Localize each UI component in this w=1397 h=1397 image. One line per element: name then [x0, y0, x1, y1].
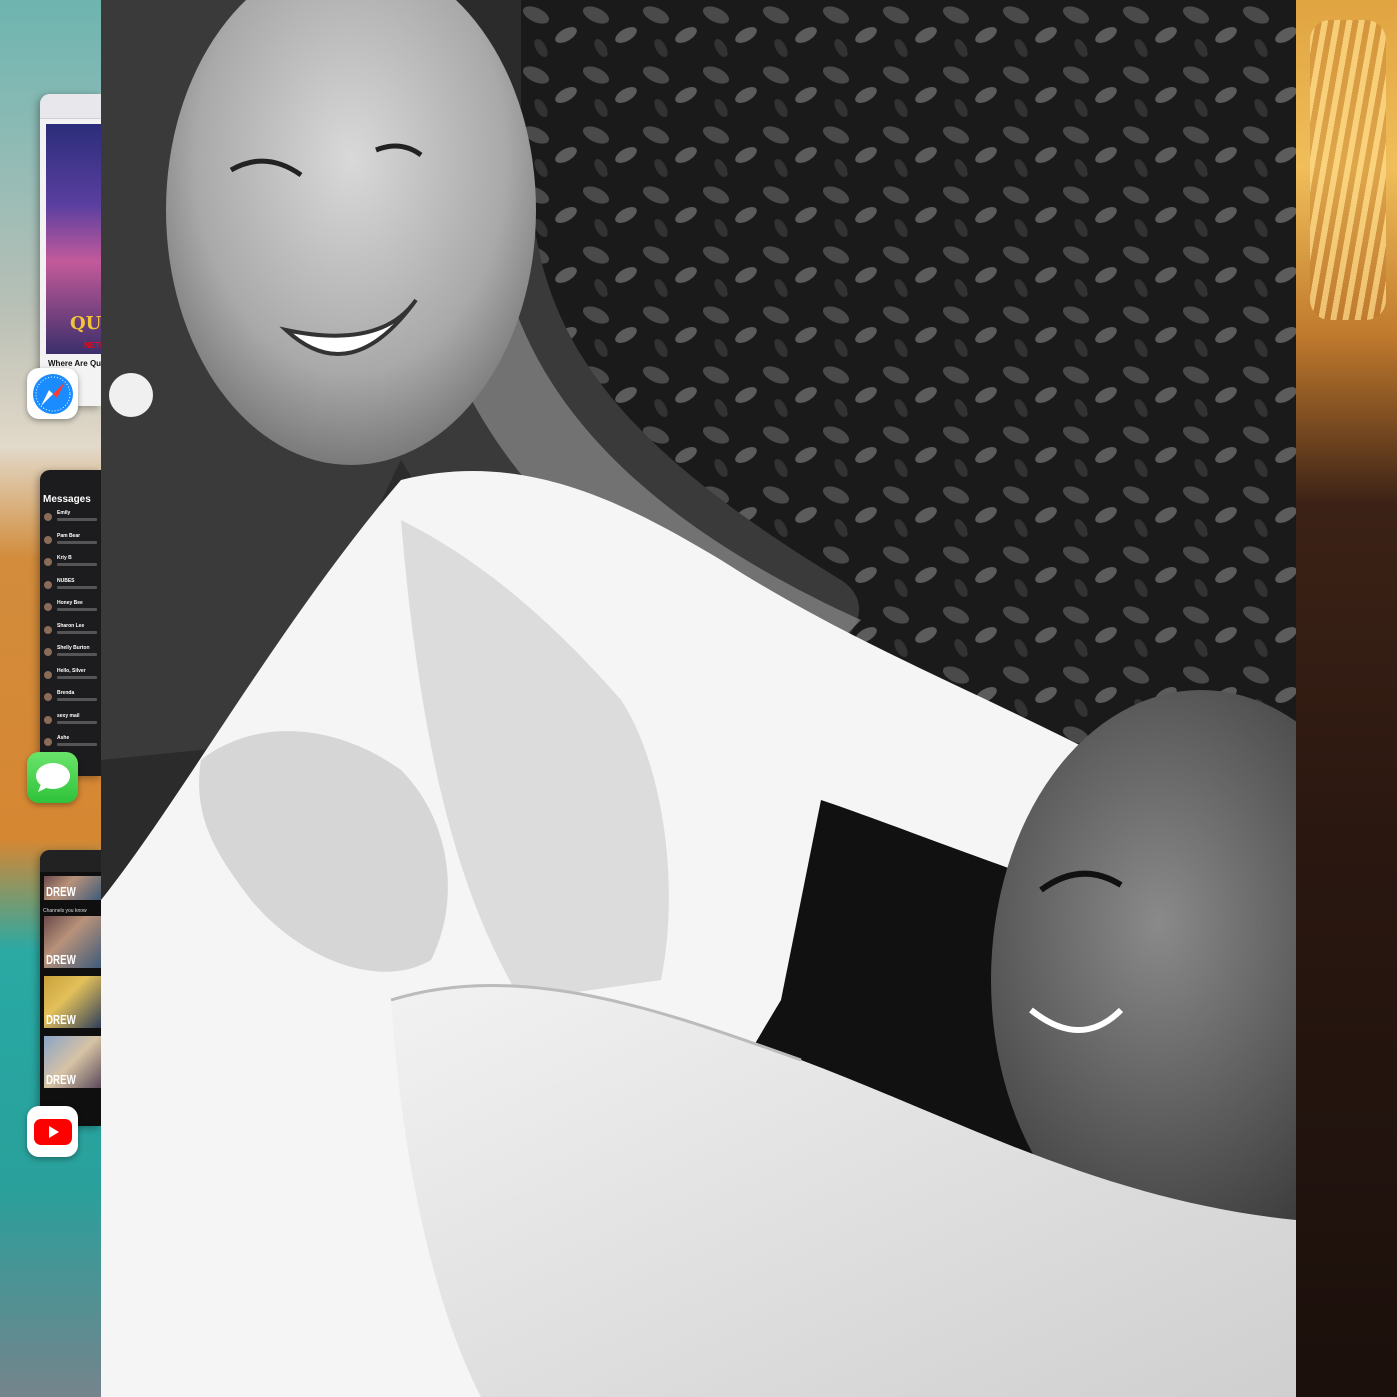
avatar — [44, 625, 52, 634]
thumbnail-text: DREW — [46, 1012, 76, 1027]
youtube-play-icon[interactable] — [27, 1106, 78, 1157]
video-thumbnail: DREW — [44, 1036, 101, 1088]
avatar — [44, 558, 52, 566]
avatar — [44, 738, 52, 746]
contact-name: Kriy B — [57, 555, 72, 561]
contact-name: Honey Bee — [57, 600, 83, 606]
safari-headline: Where Are Queer Eye Sea — [48, 359, 101, 368]
avatar — [44, 715, 52, 724]
app-card-messages[interactable]: Messages Emily Pam Bear Kriy B NUBES Hon… — [40, 470, 101, 776]
list-item: NUBES — [44, 578, 101, 601]
messages-bubble-icon[interactable] — [27, 752, 78, 803]
contact-name: sexy mail — [57, 712, 80, 719]
contact-name: Ashe — [57, 735, 70, 741]
messages-list: Emily Pam Bear Kriy B NUBES Honey Bee Sh… — [44, 510, 101, 758]
list-item: Brenda — [44, 690, 101, 713]
avatar — [44, 648, 52, 656]
video-thumbnail: DREW — [44, 916, 101, 968]
list-item: Sharon Lee — [44, 623, 101, 646]
contact-name: Pam Bear — [57, 532, 81, 539]
list-item: Emily — [44, 510, 101, 533]
wallpaper-right — [1296, 0, 1397, 1397]
safari-address-bar — [40, 94, 101, 119]
photo-icon — [101, 0, 1296, 1397]
app-card-safari[interactable]: QUEE NETFLIX Where Are Queer Eye Sea — [40, 94, 101, 406]
avatar — [44, 580, 52, 589]
youtube-section-title: Channels you know — [43, 908, 87, 914]
wallpaper-decor — [1310, 20, 1386, 320]
contact-name: Brenda — [57, 690, 75, 696]
poster-title: QUEE — [70, 313, 101, 334]
thumbnail-text: DREW — [46, 952, 76, 967]
poster-network: NETFLIX — [84, 341, 101, 350]
video-thumbnail: DREW — [44, 876, 101, 900]
avatar — [44, 693, 52, 701]
contact-name: Sharon Lee — [57, 622, 85, 629]
app-card-youtube[interactable]: DREW Channels you know DREW DREW DREW — [40, 850, 101, 1126]
list-item: Kriy B — [44, 555, 101, 578]
contact-name: Emily — [57, 510, 71, 516]
list-item: Hello, Silver — [44, 668, 101, 691]
safari-compass-icon[interactable] — [27, 368, 78, 419]
list-item: Pam Bear — [44, 533, 101, 556]
list-item: sexy mail — [44, 713, 101, 736]
contact-name: Shelly Burton — [57, 645, 90, 651]
thumbnail-text: DREW — [46, 1072, 76, 1087]
contact-name: NUBES — [57, 577, 75, 584]
list-item: Shelly Burton — [44, 645, 101, 668]
contact-name: Hello, Silver — [57, 667, 86, 674]
avatar — [44, 535, 52, 544]
thumbnail-text: DREW — [46, 884, 76, 899]
avatar — [44, 603, 52, 611]
avatar — [44, 670, 52, 679]
list-item: Honey Bee — [44, 600, 101, 623]
foreground-photo[interactable] — [101, 0, 1296, 1397]
safari-poster-image: QUEE NETFLIX — [46, 124, 101, 354]
app-switcher-screen: QUEE NETFLIX Where Are Queer Eye Sea Mes… — [0, 0, 1397, 1397]
messages-title: Messages — [43, 494, 91, 505]
youtube-search-bar — [40, 850, 101, 872]
avatar — [44, 513, 52, 521]
video-thumbnail: DREW — [44, 976, 101, 1028]
